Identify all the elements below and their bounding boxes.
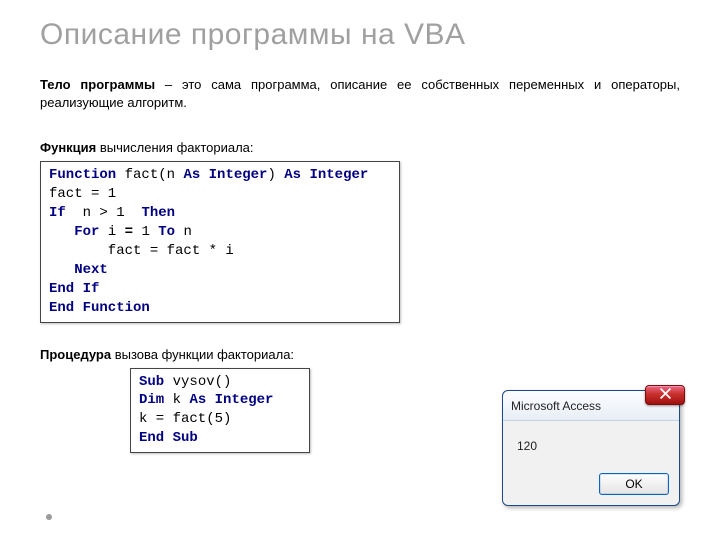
message-box-footer: OK — [503, 467, 679, 505]
close-button[interactable] — [645, 385, 685, 405]
ok-button[interactable]: OK — [599, 473, 669, 495]
intro-text: Тело программы – это сама программа, опи… — [40, 76, 680, 112]
page-title: Описание программы на VBA — [40, 18, 680, 52]
message-box-title: Microsoft Access — [511, 399, 601, 413]
decorative-dot — [46, 514, 52, 520]
close-icon — [660, 388, 671, 402]
code-function: Function fact(n As Integer) As Integer f… — [40, 161, 400, 322]
procedure-label: Процедура вызова функции факториала: — [40, 347, 680, 362]
message-box: Microsoft Access 120 OK — [502, 390, 680, 506]
message-box-titlebar: Microsoft Access — [503, 391, 679, 421]
code-procedure: Sub vysov() Dim k As Integer k = fact(5)… — [130, 368, 310, 454]
message-box-body: 120 — [503, 421, 679, 467]
function-label: Функция вычисления факториала: — [40, 140, 680, 155]
